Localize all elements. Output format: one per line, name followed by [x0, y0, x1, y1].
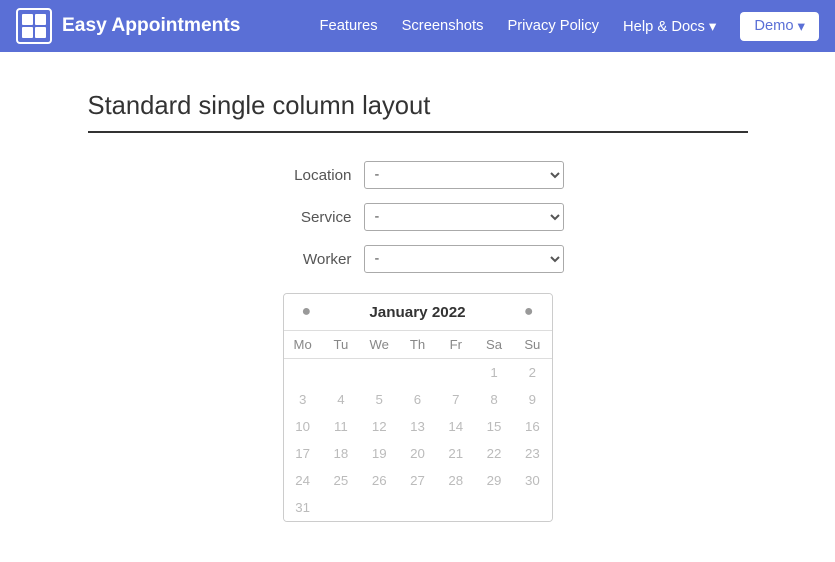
- calendar-cell[interactable]: 24: [284, 467, 322, 494]
- page-title: Standard single column layout: [88, 92, 748, 121]
- calendar-cell[interactable]: 31: [284, 494, 322, 521]
- calendar-cell[interactable]: 1: [475, 359, 513, 386]
- calendar-cell[interactable]: 10: [284, 413, 322, 440]
- nav-screenshots[interactable]: Screenshots: [402, 18, 484, 34]
- calendar-cell: [437, 359, 475, 386]
- calendar-month-label: January 2022: [369, 304, 465, 321]
- calendar-cell[interactable]: 28: [437, 467, 475, 494]
- calendar-day-name: Th: [398, 331, 436, 358]
- worker-select[interactable]: -: [364, 245, 564, 273]
- calendar-day-name: Fr: [437, 331, 475, 358]
- calendar-cell[interactable]: 6: [398, 386, 436, 413]
- location-group: Location -: [88, 161, 748, 189]
- calendar-cell[interactable]: 23: [513, 440, 551, 467]
- calendar-next-button[interactable]: ●: [518, 302, 540, 322]
- calendar-cell[interactable]: 5: [360, 386, 398, 413]
- calendar-cell: [513, 494, 551, 521]
- calendar-cell: [398, 494, 436, 521]
- calendar-day-name: Sa: [475, 331, 513, 358]
- calendar: ● January 2022 ● MoTuWeThFrSaSu 12345678…: [283, 293, 553, 522]
- calendar-cell[interactable]: 16: [513, 413, 551, 440]
- calendar-cell[interactable]: 11: [322, 413, 360, 440]
- nav-helpdocs[interactable]: Help & Docs ▾: [623, 18, 716, 35]
- calendar-day-name: Su: [513, 331, 551, 358]
- service-select[interactable]: -: [364, 203, 564, 231]
- calendar-cell: [322, 494, 360, 521]
- calendar-day-name: Tu: [322, 331, 360, 358]
- worker-group: Worker -: [88, 245, 748, 273]
- nav-privacy[interactable]: Privacy Policy: [507, 18, 599, 34]
- brand-icon: [16, 8, 52, 44]
- location-select[interactable]: -: [364, 161, 564, 189]
- calendar-cell[interactable]: 7: [437, 386, 475, 413]
- calendar-cell: [437, 494, 475, 521]
- worker-label: Worker: [272, 251, 352, 268]
- calendar-cell[interactable]: 29: [475, 467, 513, 494]
- calendar-cell[interactable]: 21: [437, 440, 475, 467]
- demo-button[interactable]: Demo ▾: [740, 12, 819, 41]
- calendar-cell[interactable]: 27: [398, 467, 436, 494]
- calendar-cell[interactable]: 8: [475, 386, 513, 413]
- brand-link[interactable]: Easy Appointments: [16, 8, 320, 44]
- calendar-cell[interactable]: 15: [475, 413, 513, 440]
- main-content: Standard single column layout Location -…: [68, 92, 768, 522]
- calendar-cell: [322, 359, 360, 386]
- calendar-cell[interactable]: 22: [475, 440, 513, 467]
- calendar-cell: [398, 359, 436, 386]
- calendar-cell[interactable]: 13: [398, 413, 436, 440]
- calendar-cell[interactable]: 17: [284, 440, 322, 467]
- calendar-cell: [360, 494, 398, 521]
- divider: [88, 131, 748, 133]
- service-group: Service -: [88, 203, 748, 231]
- calendar-grid: 1234567891011121314151617181920212223242…: [284, 358, 552, 521]
- calendar-cell: [475, 494, 513, 521]
- navbar-links: Features Screenshots Privacy Policy Help…: [320, 12, 819, 41]
- calendar-day-name: Mo: [284, 331, 322, 358]
- calendar-cell: [284, 359, 322, 386]
- calendar-prev-button[interactable]: ●: [296, 302, 318, 322]
- calendar-cell[interactable]: 2: [513, 359, 551, 386]
- calendar-cell[interactable]: 30: [513, 467, 551, 494]
- calendar-cell[interactable]: 9: [513, 386, 551, 413]
- calendar-cell[interactable]: 25: [322, 467, 360, 494]
- location-label: Location: [272, 167, 352, 184]
- calendar-cell[interactable]: 26: [360, 467, 398, 494]
- calendar-wrapper: ● January 2022 ● MoTuWeThFrSaSu 12345678…: [88, 293, 748, 522]
- calendar-cell[interactable]: 4: [322, 386, 360, 413]
- calendar-cell[interactable]: 12: [360, 413, 398, 440]
- brand-label: Easy Appointments: [62, 15, 240, 37]
- calendar-cell[interactable]: 19: [360, 440, 398, 467]
- service-label: Service: [272, 209, 352, 226]
- navbar: Easy Appointments Features Screenshots P…: [0, 0, 835, 52]
- calendar-cell[interactable]: 18: [322, 440, 360, 467]
- calendar-cell[interactable]: 20: [398, 440, 436, 467]
- calendar-days-header: MoTuWeThFrSaSu: [284, 330, 552, 358]
- calendar-cell: [360, 359, 398, 386]
- calendar-day-name: We: [360, 331, 398, 358]
- calendar-header: ● January 2022 ●: [284, 294, 552, 330]
- calendar-cell[interactable]: 14: [437, 413, 475, 440]
- calendar-cell[interactable]: 3: [284, 386, 322, 413]
- nav-features[interactable]: Features: [320, 18, 378, 34]
